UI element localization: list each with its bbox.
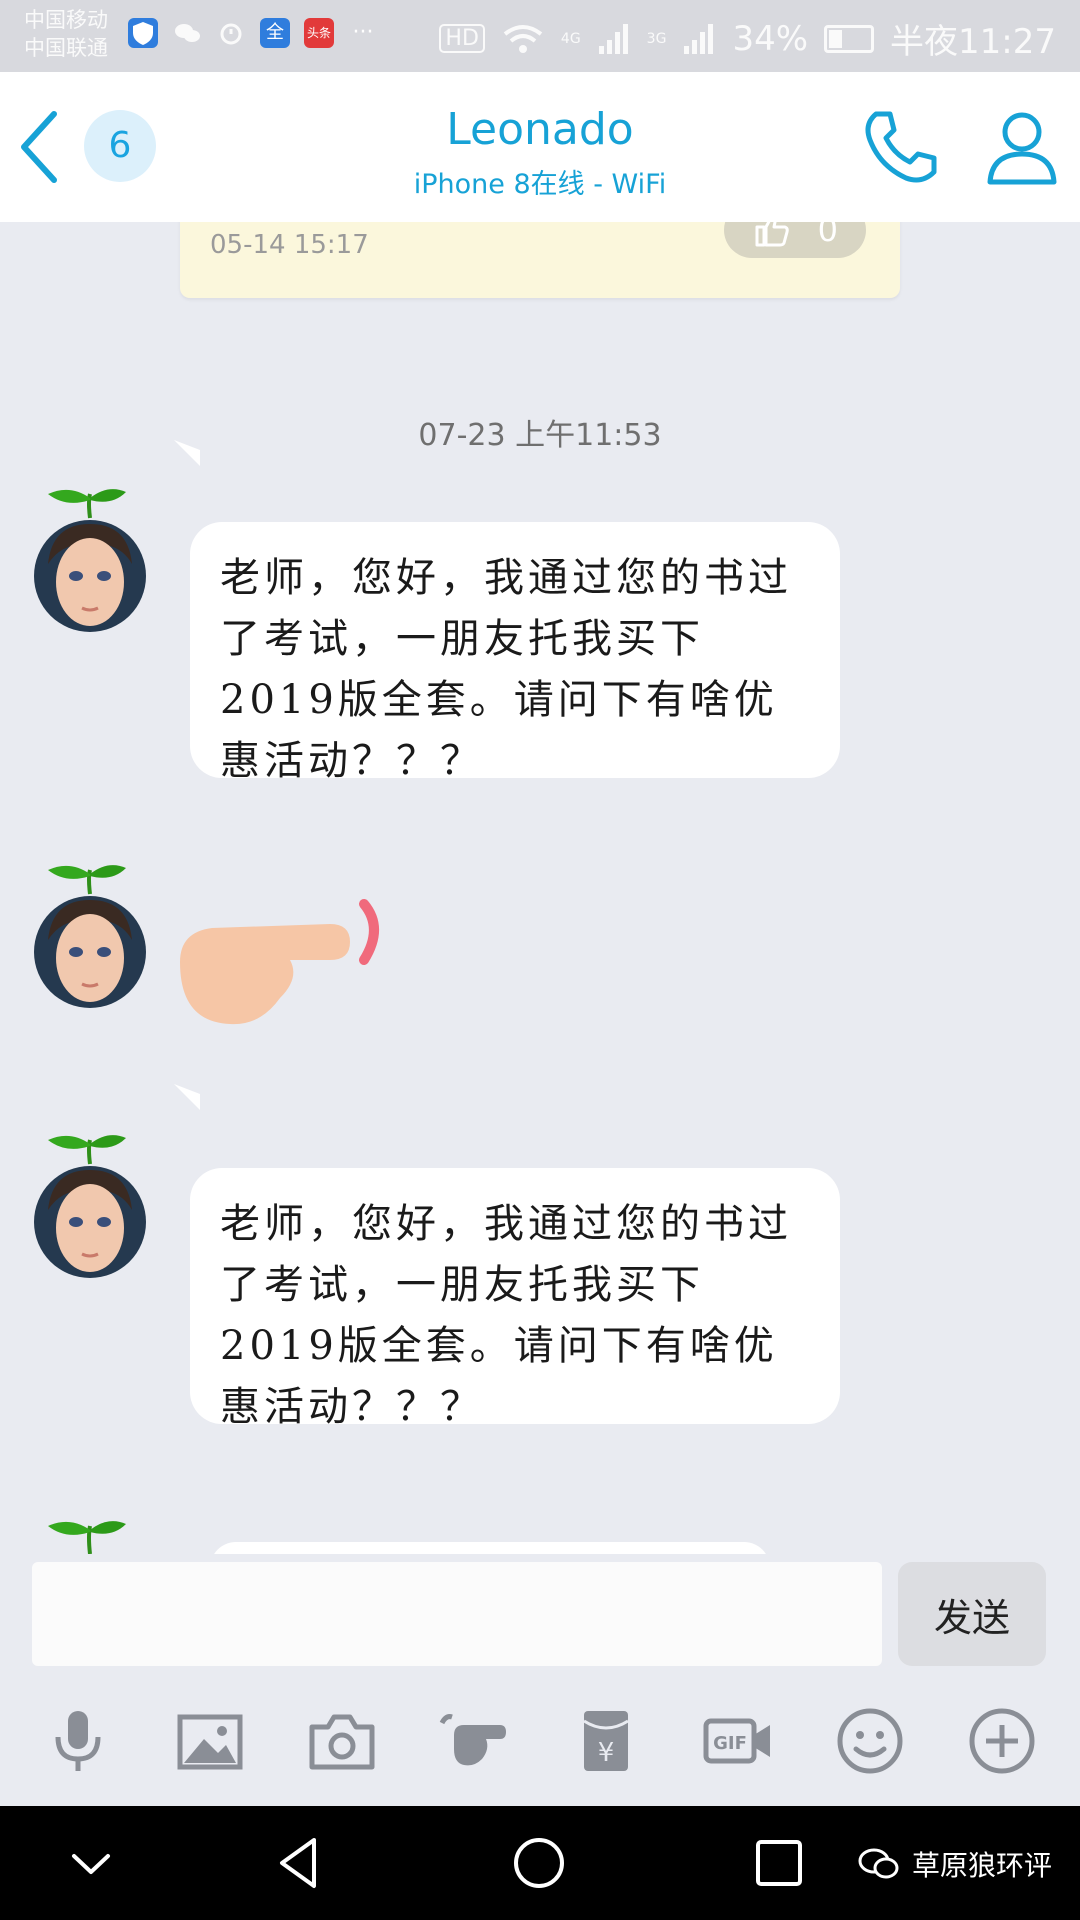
clock: 半夜11:27 bbox=[890, 22, 1056, 62]
gif-button[interactable]: GIF bbox=[698, 1701, 778, 1781]
gif-label: GIF bbox=[713, 1733, 747, 1754]
battery-icon bbox=[824, 24, 875, 53]
emoji-button[interactable] bbox=[830, 1701, 910, 1781]
plus-icon bbox=[969, 1708, 1035, 1774]
poke-hand-icon bbox=[439, 1714, 506, 1766]
red-packet-symbol: ¥ bbox=[598, 1738, 615, 1768]
microphone-button[interactable] bbox=[38, 1701, 118, 1781]
battery-percent: 34% bbox=[732, 18, 809, 59]
shield-icon bbox=[128, 18, 158, 48]
pointing-hand-sticker[interactable] bbox=[180, 898, 400, 1038]
phone-call-icon[interactable] bbox=[862, 108, 940, 186]
avatar[interactable] bbox=[28, 860, 152, 1010]
image-button[interactable] bbox=[170, 1701, 250, 1781]
like-count: 0 bbox=[817, 222, 838, 249]
wechat-logo-icon bbox=[858, 1848, 899, 1879]
chat-header: 6 Leonado iPhone 8在线 - WiFi bbox=[0, 72, 1080, 222]
more-notifications: ··· bbox=[352, 20, 374, 45]
contact-profile-icon[interactable] bbox=[984, 108, 1060, 186]
status-bar: 中国移动 中国联通 全 头条 ··· HD 4G 3G 34% 半夜11:27 bbox=[0, 0, 1080, 72]
toutiao-app-icon: 头条 bbox=[304, 18, 334, 48]
message-bubble[interactable]: 老师，您好，我通过您的书过了考试，一朋友托我买下2019版全套。请问下有啥优惠活… bbox=[190, 1168, 840, 1430]
signal-icon-2 bbox=[684, 23, 714, 54]
alarm-icon bbox=[216, 18, 246, 48]
wifi-icon bbox=[503, 24, 543, 53]
carrier-info: 中国移动 中国联通 bbox=[24, 6, 108, 62]
like-button[interactable]: 0 bbox=[724, 222, 866, 258]
signal-icon-1 bbox=[598, 23, 628, 54]
watermark: 草原狼环评 bbox=[858, 1844, 1052, 1884]
image-icon bbox=[177, 1714, 243, 1770]
bubble-tail bbox=[174, 1084, 200, 1110]
red-packet-button[interactable]: ¥ bbox=[566, 1701, 646, 1781]
date-separator: 07-23 上午11:53 bbox=[418, 418, 662, 453]
hd-indicator: HD bbox=[439, 24, 485, 53]
post-timestamp: 05-14 15:17 bbox=[210, 230, 369, 260]
recents-nav-icon[interactable] bbox=[748, 1832, 810, 1894]
poke-button[interactable] bbox=[434, 1701, 514, 1781]
gif-icon: GIF bbox=[703, 1718, 770, 1764]
camera-button[interactable] bbox=[302, 1701, 382, 1781]
emoji-icon bbox=[837, 1708, 903, 1774]
carrier-2: 中国联通 bbox=[24, 36, 108, 60]
avatar-partial[interactable] bbox=[28, 1506, 152, 1554]
avatar[interactable] bbox=[28, 1130, 152, 1280]
battery-fill bbox=[829, 29, 843, 48]
home-nav-icon[interactable] bbox=[508, 1832, 570, 1894]
notification-icons: 全 头条 ··· bbox=[128, 18, 378, 48]
chat-area[interactable]: 05-14 15:17 0 07-23 上午11:53 老师，您好，我通过您的书… bbox=[0, 222, 1080, 1554]
status-right: HD 4G 3G 34% 半夜11:27 bbox=[439, 14, 1056, 63]
carrier-1: 中国移动 bbox=[24, 8, 108, 32]
quan-app-icon: 全 bbox=[260, 18, 290, 48]
avatar[interactable] bbox=[28, 484, 152, 634]
watermark-text: 草原狼环评 bbox=[912, 1849, 1053, 1882]
hide-keyboard-icon[interactable] bbox=[60, 1832, 122, 1894]
send-button[interactable]: 发送 bbox=[898, 1562, 1046, 1666]
bubble-tail bbox=[174, 440, 200, 466]
message-bubble[interactable]: 老师，您好，我通过您的书过了考试，一朋友托我买下2019版全套。请问下有啥优惠活… bbox=[190, 522, 840, 784]
more-button[interactable] bbox=[962, 1701, 1042, 1781]
navigation-bar: 草原狼环评 bbox=[0, 1806, 1080, 1920]
wechat-icon bbox=[172, 18, 202, 48]
previous-post-card[interactable]: 05-14 15:17 0 bbox=[180, 222, 900, 298]
red-packet-icon: ¥ bbox=[583, 1711, 629, 1771]
message-input[interactable] bbox=[32, 1562, 882, 1666]
input-bar: 发送 bbox=[0, 1554, 1080, 1666]
back-nav-icon[interactable] bbox=[268, 1832, 330, 1894]
network-4g-label: 4G bbox=[560, 30, 581, 47]
thumbs-up-icon bbox=[755, 222, 789, 247]
network-3g-label: 3G bbox=[646, 30, 667, 47]
message-bubble-partial[interactable] bbox=[210, 1542, 770, 1554]
camera-icon bbox=[309, 1714, 375, 1770]
chat-toolbar: ¥ GIF bbox=[0, 1676, 1080, 1806]
microphone-icon bbox=[55, 1711, 101, 1771]
